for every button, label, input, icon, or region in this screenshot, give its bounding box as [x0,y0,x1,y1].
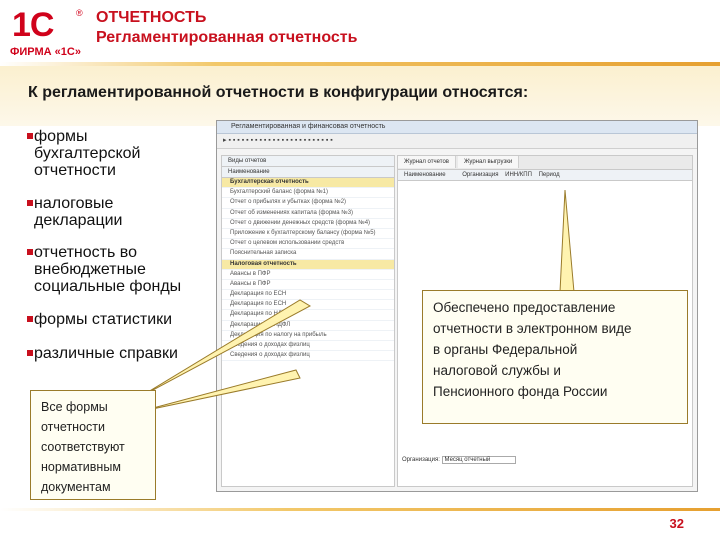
bullet-accounting-forms: формы бухгалтерской отчетности [27,128,141,179]
left-panel-title: Виды отчетов [222,156,394,167]
bullet-tax-declarations: налоговые декларации [27,195,122,229]
callout-normative-docs: Все формы отчетности соответствуют норма… [30,390,156,500]
tree-item-row[interactable]: Декларация по ЕСН [222,290,394,301]
registered-mark-icon: ® [76,8,83,18]
tree-item-row[interactable]: Бухгалтерский баланс (форма №1) [222,188,394,199]
tree-item-row[interactable]: Сведения о доходах физлиц [222,351,394,362]
bullet-square-icon [27,316,33,322]
callout-electronic-reporting: Обеспечено предоставление отчетности в э… [422,290,688,424]
footer-divider [0,508,720,511]
slide-header: 1С ® ФИРМА «1С» ОТЧЕТНОСТЬ Регламентиров… [0,0,720,66]
tab-journal-reports[interactable]: Журнал отчетов [398,156,456,168]
journal-tabs: Журнал отчетов Журнал выгрузки [398,156,692,170]
tree-item-row[interactable]: Пояснительная записка [222,249,394,260]
tree-item-row[interactable]: Авансы в ПФР [222,270,394,280]
report-tree: Бухгалтерская отчетность Бухгалтерский ба… [222,178,394,362]
bullet-statistics-forms: формы статистики [27,311,172,328]
intro-text: К регламентированной отчетности в конфиг… [28,84,529,101]
tree-item-row[interactable]: Отчет об изменениях капитала (форма №3) [222,209,394,219]
logo-firm-text: ФИРМА «1С» [10,46,81,58]
company-logo: 1С ® ФИРМА «1С» [10,6,86,60]
tree-item-row[interactable]: Декларация по налогу на прибыль [222,331,394,341]
tree-item-row[interactable]: Отчет о целевом использовании средств [222,239,394,250]
window-titlebar: Регламентированная и финансовая отчетнос… [217,121,697,134]
tree-item-row[interactable]: Отчет о движении денежных средств (форма… [222,219,394,229]
bullet-square-icon [27,249,33,255]
report-types-panel: Виды отчетов Наименование Бухгалтерская … [221,155,395,487]
period-select[interactable]: Месяц отчетный [441,456,516,464]
tree-item-row[interactable]: Сведения о доходах физлиц [222,341,394,352]
bullet-various-certificates: различные справки [27,345,178,362]
window-toolbar: ▸ ▪ ▪ ▪ ▪ ▪ ▪ ▪ ▪ ▪ ▪ ▪ ▪ ▪ ▪ ▪ ▪ ▪ ▪ ▪ … [217,134,697,149]
journal-filter: Организация: Месяц отчетный [402,456,516,464]
tree-group-row[interactable]: Бухгалтерская отчетность [222,178,394,189]
bullet-social-funds: отчетность во внебюджетные социальные фо… [27,244,181,295]
tree-item-row[interactable]: Декларация по НДС [222,310,394,321]
bullet-square-icon [27,350,33,356]
tree-item-row[interactable]: Отчет о прибылях и убытках (форма №2) [222,198,394,209]
slide-subtitle: Регламентированная отчетность [96,29,358,46]
page-number: 32 [669,516,684,531]
tree-group-row[interactable]: Налоговая отчетность [222,259,394,270]
logo-1c-text: 1С [12,6,54,44]
tree-item-row[interactable]: Декларация по ЕСН [222,300,394,311]
tree-item-row[interactable]: Декларация по НДФЛ [222,321,394,331]
left-column-header: Наименование [222,167,394,178]
tab-journal-export[interactable]: Журнал выгрузки [457,156,520,168]
journal-column-headers: Наименование Организация ИНН/КПП Период [398,170,692,181]
slide-title: ОТЧЕТНОСТЬ [96,9,207,26]
tree-item-row[interactable]: Приложение к бухгалтерскому балансу (фор… [222,229,394,240]
bullet-square-icon [27,200,33,206]
bullet-square-icon [27,133,33,139]
tree-item-row[interactable]: Авансы в ПФР [222,280,394,291]
